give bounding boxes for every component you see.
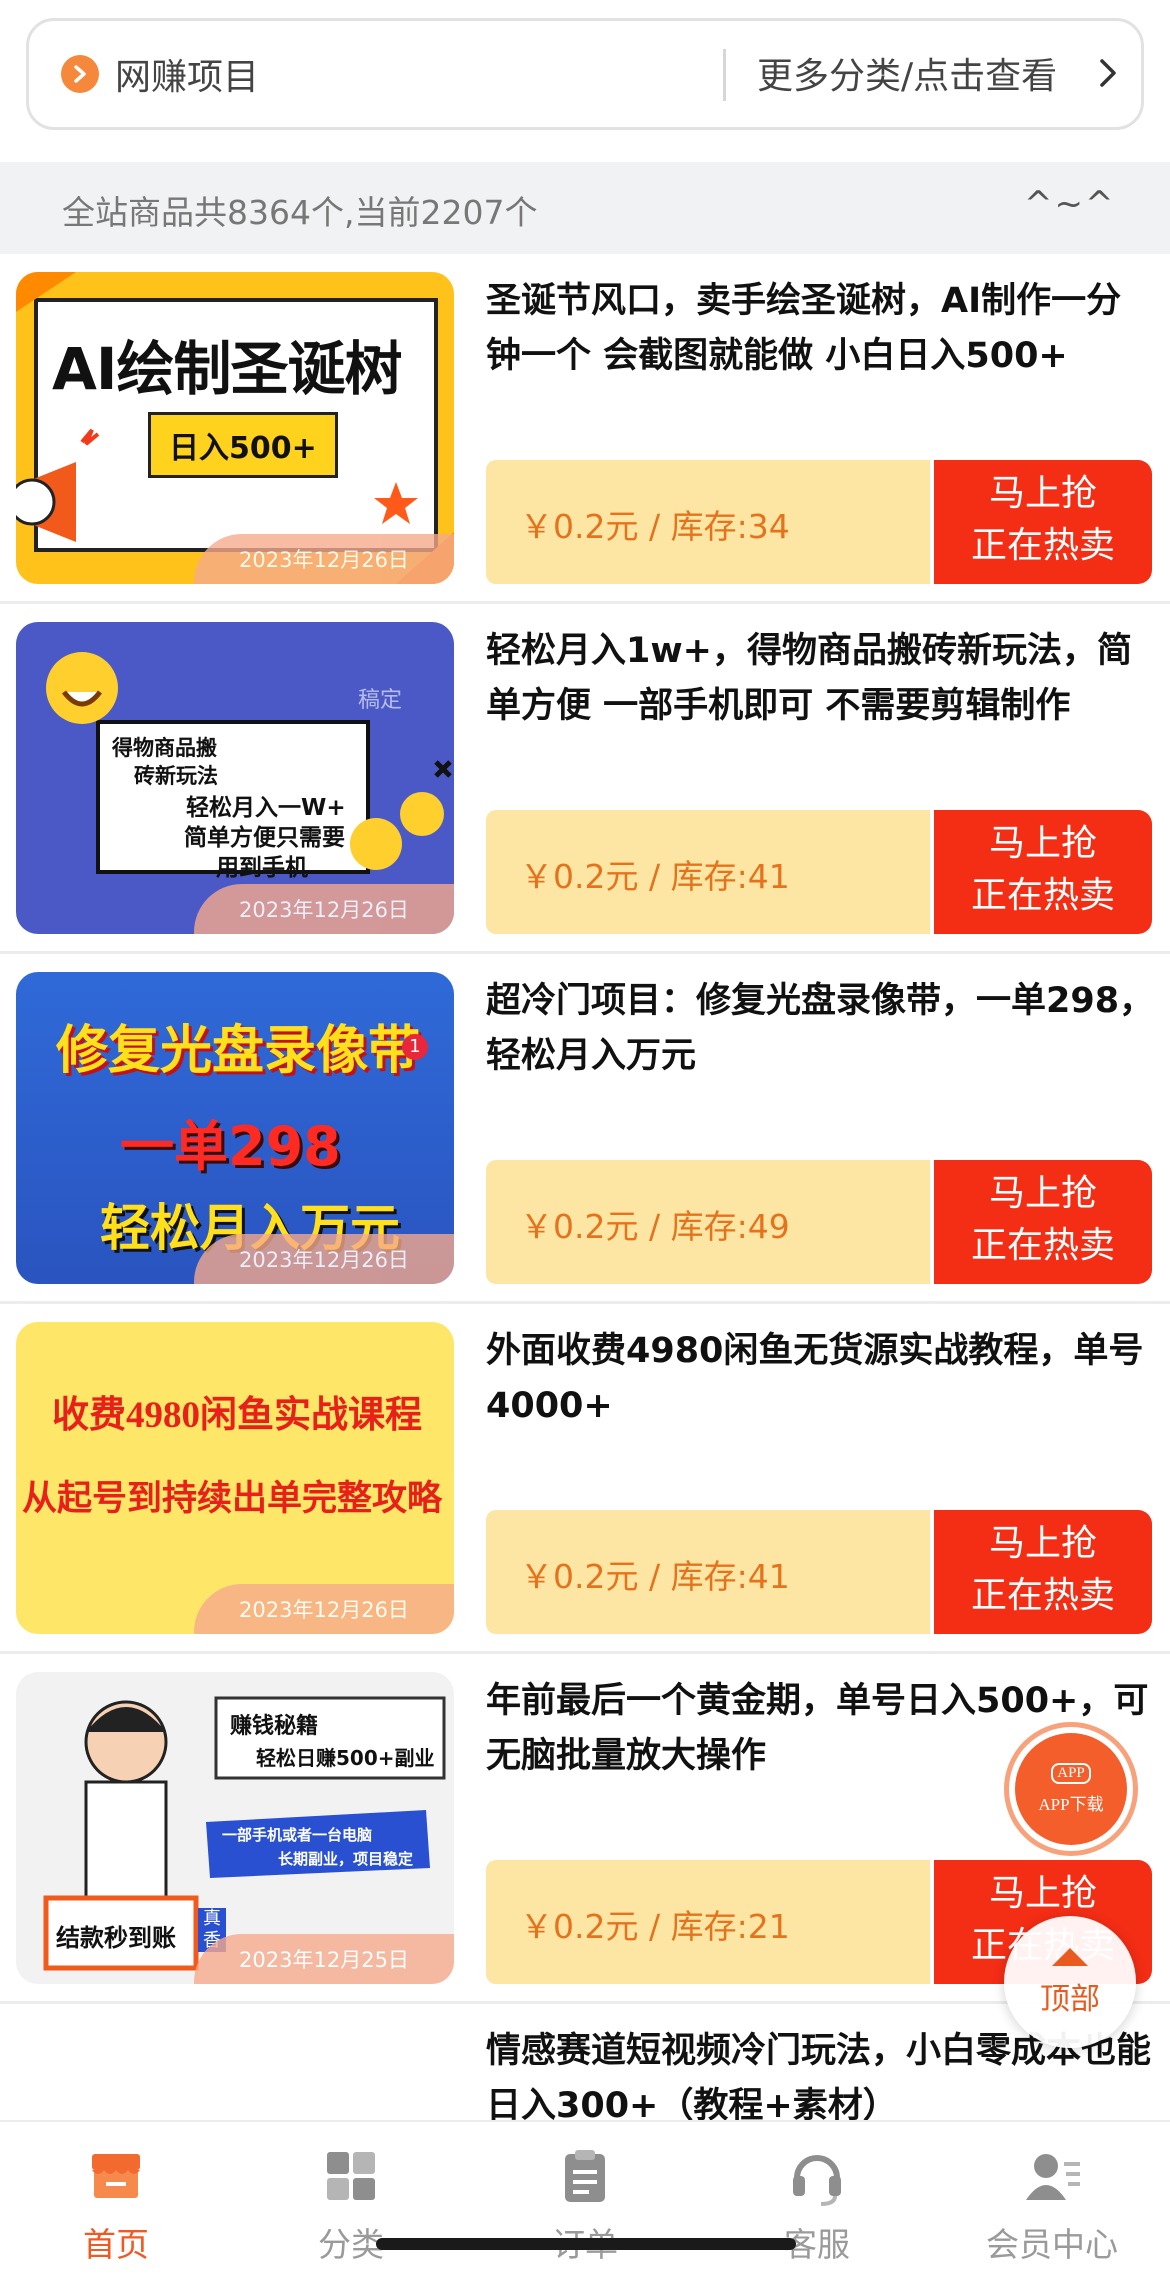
home-indicator (376, 2238, 796, 2250)
arrow-up-icon (1052, 1948, 1088, 1966)
product-item[interactable]: 稿定 得物商品搬 砖新玩法 轻松月入一W+ 简单方便只需要 用到手机 2023年… (0, 604, 1170, 954)
category-bar[interactable]: 网赚项目 更多分类/点击查看 (26, 18, 1144, 130)
buy-button-label: 马上抢 (988, 1873, 1097, 1914)
thumbnail-date: 2023年12月26日 (194, 1234, 454, 1284)
page: 网赚项目 更多分类/点击查看 全站商品共8364个,当前2207个 ^~^ AI… (0, 0, 1170, 2276)
product-title[interactable]: 外面收费4980闲鱼无货源实战教程，单号4000+ (486, 1324, 1156, 1434)
chevron-right-icon (1095, 53, 1121, 97)
price-stock-box: ￥0.2元 / 库存:41 (486, 810, 930, 934)
buy-button-sublabel: 正在热卖 (970, 1225, 1115, 1266)
product-count-text: 全站商品共8364个,当前2207个 (62, 193, 538, 232)
tab-member-center[interactable]: 会员中心 (972, 2144, 1132, 2266)
product-item[interactable]: AI绘制圣诞树 日入500+ 2023年12月26日 圣诞节风口，卖手绘圣诞树，… (0, 254, 1170, 604)
price-stock-box: ￥0.2元 / 库存:34 (486, 460, 930, 584)
price-stock-text: ￥0.2元 / 库存:41 (520, 857, 790, 896)
bottom-tab-bar: 首页 分类 订单 (0, 2120, 1170, 2276)
tab-home[interactable]: 首页 (36, 2144, 196, 2266)
buy-button-sublabel: 正在热卖 (970, 875, 1115, 916)
thumbnail-line: 简单方便只需要 (184, 825, 345, 851)
product-title[interactable]: 超冷门项目：修复光盘录像带，一单298，轻松月入万元 (486, 974, 1156, 1084)
category-title: 网赚项目 (115, 57, 260, 98)
headset-icon (793, 2155, 841, 2206)
user-icon (1026, 2154, 1080, 2200)
thumbnail-line: 从起号到持续出单完整攻略 (22, 1479, 443, 1518)
product-thumbnail[interactable]: 赚钱秘籍 轻松日赚500+副业 一部手机或者一台电脑 长期副业，项目稳定 结款秒… (16, 1672, 454, 1984)
chevron-right-circle-icon (61, 55, 99, 93)
thumbnail-line: 轻松日赚500+副业 (256, 1746, 435, 1770)
thumbnail-line: 长期副业，项目稳定 (278, 1850, 414, 1868)
price-stock-box: ￥0.2元 / 库存:21 (486, 1860, 930, 1984)
thumbnail-line: 用到手机 (216, 855, 308, 881)
app-badge: APP (1051, 1763, 1091, 1784)
back-to-top-label: 顶部 (1040, 1982, 1100, 2017)
product-title[interactable]: 圣诞节风口，卖手绘圣诞树，AI制作一分钟一个 会截图就能做 小白日入500+ (486, 274, 1156, 384)
app-download-icon: APP APP下载 (1015, 1733, 1127, 1845)
price-stock-text: ￥0.2元 / 库存:34 (520, 507, 790, 546)
thumbnail-badge: 1 (402, 1034, 428, 1060)
thumbnail-line: 轻松月入一W+ (186, 795, 346, 821)
thumbnail-line: 赚钱秘籍 (230, 1714, 319, 1739)
divider (723, 49, 726, 101)
buy-button-label: 马上抢 (988, 1173, 1097, 1214)
back-to-top-button[interactable]: 顶部 (1004, 1916, 1136, 2048)
buy-now-button[interactable]: 马上抢 正在热卖 (934, 1510, 1152, 1634)
product-count-bar: 全站商品共8364个,当前2207个 ^~^ (0, 162, 1170, 254)
buy-button-label: 马上抢 (988, 473, 1097, 514)
thumbnail-date: 2023年12月25日 (194, 1934, 454, 1984)
thumbnail-line: 结款秒到账 (56, 1924, 176, 1952)
thumbnail-line: 一部手机或者一台电脑 (222, 1826, 373, 1844)
price-stock-text: ￥0.2元 / 库存:21 (520, 1907, 790, 1946)
more-categories-link[interactable]: 更多分类/点击查看 (757, 47, 1057, 99)
product-item[interactable]: 收费4980闲鱼实战课程 从起号到持续出单完整攻略 2023年12月26日 外面… (0, 1304, 1170, 1654)
product-thumbnail[interactable]: 稿定 得物商品搬 砖新玩法 轻松月入一W+ 简单方便只需要 用到手机 2023年… (16, 622, 454, 934)
tab-label: 会员中心 (986, 2225, 1118, 2264)
thumbnail-subline: 日入500+ (148, 412, 338, 478)
thumbnail-line: 一单298 (120, 1115, 341, 1178)
buy-button-label: 马上抢 (988, 1523, 1097, 1564)
thumbnail-date: 2023年12月26日 (194, 534, 454, 584)
thumbnail-line: 得物商品搬 (112, 736, 217, 760)
grid-icon (327, 2152, 375, 2200)
tab-label: 首页 (83, 2225, 149, 2264)
product-title[interactable]: 轻松月入1w+，得物商品搬砖新玩法，简单方便 一部手机即可 不需要剪辑制作 (486, 624, 1156, 734)
clipboard-icon (565, 2150, 605, 2202)
buy-button-sublabel: 正在热卖 (970, 1575, 1115, 1616)
product-thumbnail[interactable]: 修复光盘录像带 1 一单298 轻松月入万元 2023年12月26日 (16, 972, 454, 1284)
buy-button-sublabel: 正在热卖 (970, 525, 1115, 566)
thumbnail-watermark: 稿定 (358, 688, 403, 713)
buy-now-button[interactable]: 马上抢 正在热卖 (934, 460, 1152, 584)
product-item[interactable]: 赚钱秘籍 轻松日赚500+副业 一部手机或者一台电脑 长期副业，项目稳定 结款秒… (0, 1654, 1170, 2004)
emoticon: ^~^ (1024, 184, 1116, 224)
app-download-label: APP下载 (1038, 1795, 1104, 1814)
price-stock-box: ￥0.2元 / 库存:41 (486, 1510, 930, 1634)
thumbnail-line: 砖新玩法 (134, 764, 218, 788)
price-stock-box: ￥0.2元 / 库存:49 (486, 1160, 930, 1284)
buy-button-label: 马上抢 (988, 823, 1097, 864)
thumbnail-date: 2023年12月26日 (194, 1584, 454, 1634)
thumbnail-headline: AI绘制圣诞树 (52, 335, 402, 403)
store-icon (92, 2154, 140, 2198)
app-download-button[interactable]: APP APP下载 (1004, 1722, 1138, 1856)
product-thumbnail[interactable]: 收费4980闲鱼实战课程 从起号到持续出单完整攻略 2023年12月26日 (16, 1322, 454, 1634)
buy-now-button[interactable]: 马上抢 正在热卖 (934, 810, 1152, 934)
thumbnail-headline: 收费4980闲鱼实战课程 (52, 1395, 422, 1436)
product-item[interactable]: 修复光盘录像带 1 一单298 轻松月入万元 2023年12月26日 超冷门项目… (0, 954, 1170, 1304)
price-stock-text: ￥0.2元 / 库存:41 (520, 1557, 790, 1596)
product-thumbnail[interactable]: AI绘制圣诞树 日入500+ 2023年12月26日 (16, 272, 454, 584)
buy-now-button[interactable]: 马上抢 正在热卖 (934, 1160, 1152, 1284)
thumbnail-headline: 修复光盘录像带 (56, 1021, 421, 1081)
price-stock-text: ￥0.2元 / 库存:49 (520, 1207, 790, 1246)
thumbnail-date: 2023年12月26日 (194, 884, 454, 934)
